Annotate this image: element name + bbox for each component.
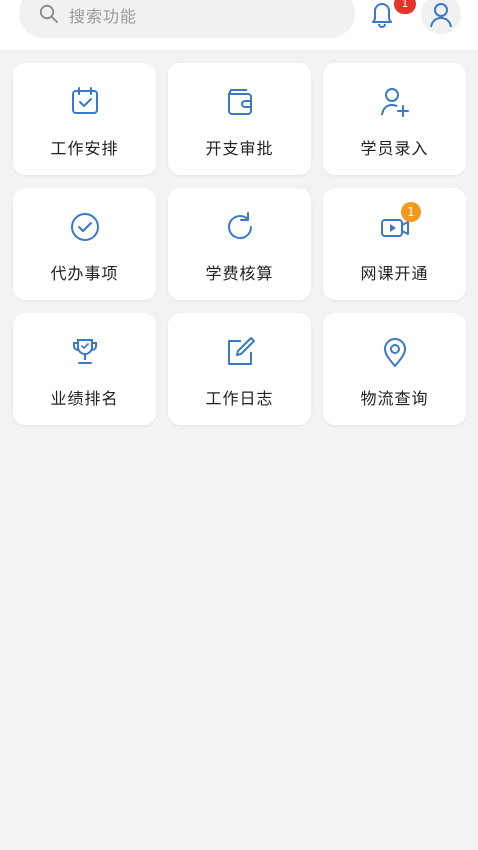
function-grid: 工作安排 开支审批 学员录入 代办事项 学费核算 1 网课开通 业绩排名 工作日… bbox=[0, 0, 478, 850]
menu-item-student-entry[interactable]: 学员录入 bbox=[323, 63, 466, 175]
refresh-icon bbox=[227, 212, 252, 240]
menu-item-online-course[interactable]: 1 网课开通 bbox=[323, 188, 466, 300]
add-user-icon bbox=[380, 88, 409, 117]
location-icon bbox=[383, 338, 406, 367]
menu-item-label: 网课开通 bbox=[360, 264, 429, 283]
wallet-icon bbox=[227, 89, 252, 115]
menu-item-performance-ranking[interactable]: 业绩排名 bbox=[13, 313, 156, 425]
menu-item-label: 代办事项 bbox=[50, 264, 119, 283]
menu-item-label: 业绩排名 bbox=[50, 389, 119, 408]
menu-item-label: 开支审批 bbox=[205, 139, 274, 158]
menu-item-label: 工作安排 bbox=[50, 139, 119, 158]
menu-item-label: 工作日志 bbox=[205, 389, 274, 408]
check-circle-icon bbox=[70, 213, 99, 241]
online-course-badge: 1 bbox=[401, 202, 421, 222]
menu-item-label: 学费核算 bbox=[205, 264, 274, 283]
menu-item-work-log[interactable]: 工作日志 bbox=[168, 313, 311, 425]
menu-item-logistics-query[interactable]: 物流查询 bbox=[323, 313, 466, 425]
menu-item-label: 学员录入 bbox=[360, 139, 429, 158]
menu-item-expense-approval[interactable]: 开支审批 bbox=[168, 63, 311, 175]
menu-item-todo[interactable]: 代办事项 bbox=[13, 188, 156, 300]
calendar-icon bbox=[71, 87, 98, 114]
edit-icon bbox=[227, 337, 255, 365]
menu-item-label: 物流查询 bbox=[360, 389, 429, 408]
trophy-icon bbox=[72, 339, 97, 364]
menu-item-work-schedule[interactable]: 工作安排 bbox=[13, 63, 156, 175]
menu-item-tuition-accounting[interactable]: 学费核算 bbox=[168, 188, 311, 300]
